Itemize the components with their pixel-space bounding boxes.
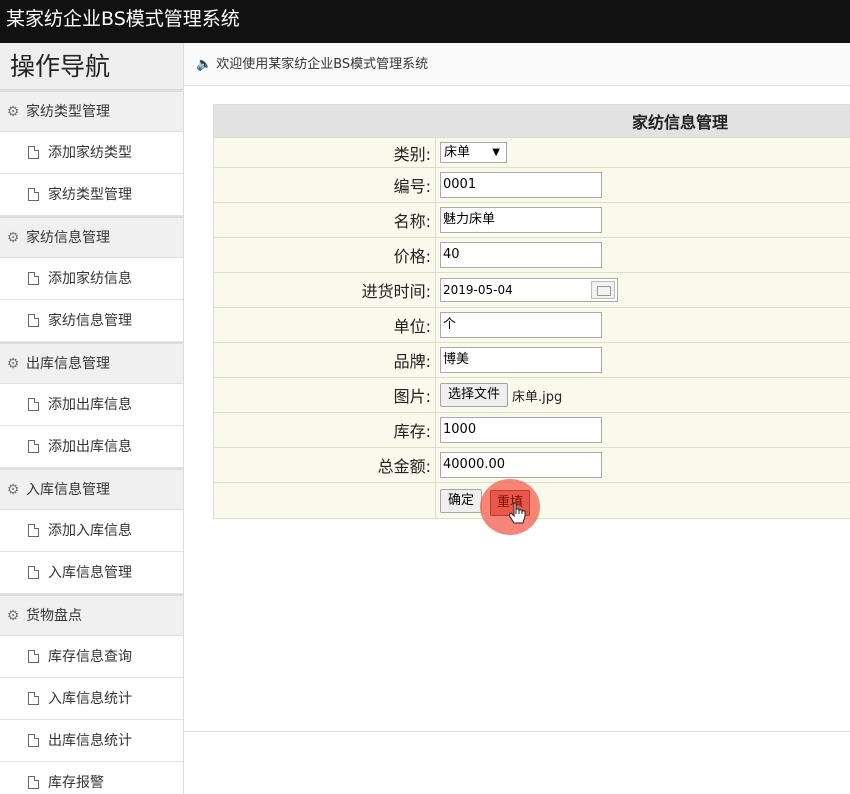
sidebar-item-manage-fabric-type[interactable]: 家纺类型管理 (0, 174, 183, 216)
document-icon (28, 314, 39, 327)
document-icon (28, 776, 39, 789)
stock-input[interactable]: 1000 (440, 417, 602, 443)
sidebar-item-label: 添加家纺信息 (48, 271, 132, 287)
sidebar-item-label: 入库信息统计 (48, 691, 132, 707)
code-label: 编号: (213, 167, 436, 203)
name-input[interactable]: 魅力床单 (440, 207, 602, 233)
document-icon (28, 272, 39, 285)
sidebar-group-inventory[interactable]: ⚙ 货物盘点 (0, 594, 183, 636)
sidebar-item-stock-query[interactable]: 库存信息查询 (0, 636, 183, 678)
sidebar-item-stock-alert[interactable]: 库存报警 (0, 762, 183, 794)
welcome-bar: 🔈 欢迎使用某家纺企业BS模式管理系统 (184, 43, 850, 86)
sidebar: 操作导航 ⚙ 家纺类型管理 添加家纺类型 家纺类型管理 ⚙ 家纺信息管理 添加家纺信… (0, 43, 184, 794)
document-icon (28, 524, 39, 537)
divider (184, 731, 850, 732)
unit-label: 单位: (213, 307, 436, 343)
sidebar-group-outbound[interactable]: ⚙ 出库信息管理 (0, 342, 183, 384)
price-label: 价格: (213, 237, 436, 273)
category-select[interactable]: 床单 ▼ (440, 142, 507, 163)
document-icon (28, 566, 39, 579)
sidebar-item-label: 添加家纺类型 (48, 145, 132, 161)
choose-file-button[interactable]: 选择文件 (440, 383, 509, 407)
purchase-time-label: 进货时间: (213, 272, 436, 308)
sidebar-item-label: 库存信息查询 (48, 649, 132, 665)
sidebar-item-label: 添加出库信息 (48, 397, 132, 413)
gear-icon: ⚙ (6, 482, 20, 498)
document-icon (28, 650, 39, 663)
welcome-text: 欢迎使用某家纺企业BS模式管理系统 (216, 57, 429, 72)
gear-icon: ⚙ (6, 104, 20, 120)
document-icon (28, 734, 39, 747)
app-title: 某家纺企业BS模式管理系统 (6, 8, 240, 30)
sidebar-item-manage-inbound[interactable]: 入库信息管理 (0, 552, 183, 594)
sidebar-group-fabric-info[interactable]: ⚙ 家纺信息管理 (0, 216, 183, 258)
calendar-icon[interactable] (591, 281, 615, 299)
sidebar-item-label: 家纺类型管理 (48, 187, 132, 203)
sidebar-item-label: 库存报警 (48, 775, 104, 791)
sidebar-item-outbound-stats[interactable]: 出库信息统计 (0, 720, 183, 762)
sidebar-item-label: 入库信息管理 (48, 565, 132, 581)
form-title: 家纺信息管理 (213, 104, 850, 138)
name-label: 名称: (213, 202, 436, 238)
sidebar-item-add-outbound-2[interactable]: 添加出库信息 (0, 426, 183, 468)
code-input[interactable]: 0001 (440, 172, 602, 198)
document-icon (28, 146, 39, 159)
sidebar-group-label: 家纺信息管理 (26, 230, 110, 246)
sidebar-group-label: 出库信息管理 (26, 356, 110, 372)
top-bar: 某家纺企业BS模式管理系统 (0, 0, 850, 43)
document-icon (28, 188, 39, 201)
submit-button[interactable]: 确定 (440, 488, 483, 513)
sidebar-group-fabric-type[interactable]: ⚙ 家纺类型管理 (0, 90, 183, 132)
total-label: 总金额: (213, 447, 436, 483)
image-label: 图片: (213, 377, 436, 413)
sidebar-group-label: 货物盘点 (26, 608, 82, 624)
gear-icon: ⚙ (6, 608, 20, 624)
gear-icon: ⚙ (6, 230, 20, 246)
empty-label-cell (213, 482, 436, 519)
sidebar-item-add-outbound[interactable]: 添加出库信息 (0, 384, 183, 426)
sidebar-group-label: 入库信息管理 (26, 482, 110, 498)
sidebar-group-label: 家纺类型管理 (26, 104, 110, 120)
unit-input[interactable]: 个 (440, 312, 602, 338)
fabric-info-form: 家纺信息管理 类别: 床单 ▼ 编号: 0001 名称: 魅力床单 价格: 40 进货时间… (213, 104, 850, 519)
stock-label: 库存: (213, 412, 436, 448)
sidebar-item-inbound-stats[interactable]: 入库信息统计 (0, 678, 183, 720)
category-value: 床单 (444, 145, 471, 160)
document-icon (28, 398, 39, 411)
sidebar-item-add-inbound[interactable]: 添加入库信息 (0, 510, 183, 552)
sidebar-title: 操作导航 (0, 43, 183, 90)
main-content: 🔈 欢迎使用某家纺企业BS模式管理系统 家纺信息管理 类别: 床单 ▼ 编号: 0001… (184, 43, 850, 794)
sidebar-group-inbound[interactable]: ⚙ 入库信息管理 (0, 468, 183, 510)
document-icon (28, 692, 39, 705)
price-input[interactable]: 40 (440, 242, 602, 268)
purchase-time-value: 2019-05-04 (443, 283, 513, 297)
speaker-icon: 🔈 (196, 57, 213, 72)
sidebar-item-label: 出库信息统计 (48, 733, 132, 749)
sidebar-item-manage-fabric-info[interactable]: 家纺信息管理 (0, 300, 183, 342)
pointer-cursor-icon (509, 502, 526, 524)
sidebar-item-add-fabric-info[interactable]: 添加家纺信息 (0, 258, 183, 300)
sidebar-item-label: 家纺信息管理 (48, 313, 132, 329)
brand-label: 品牌: (213, 342, 436, 378)
sidebar-item-label: 添加入库信息 (48, 523, 132, 539)
file-name: 床单.jpg (512, 389, 563, 405)
dropdown-arrow-icon: ▼ (492, 147, 500, 158)
purchase-time-input[interactable]: 2019-05-04 (440, 278, 618, 302)
sidebar-item-add-fabric-type[interactable]: 添加家纺类型 (0, 132, 183, 174)
category-label: 类别: (213, 137, 436, 168)
brand-input[interactable]: 博美 (440, 347, 602, 373)
document-icon (28, 440, 39, 453)
gear-icon: ⚙ (6, 356, 20, 372)
sidebar-item-label: 添加出库信息 (48, 439, 132, 455)
total-input[interactable]: 40000.00 (440, 452, 602, 478)
